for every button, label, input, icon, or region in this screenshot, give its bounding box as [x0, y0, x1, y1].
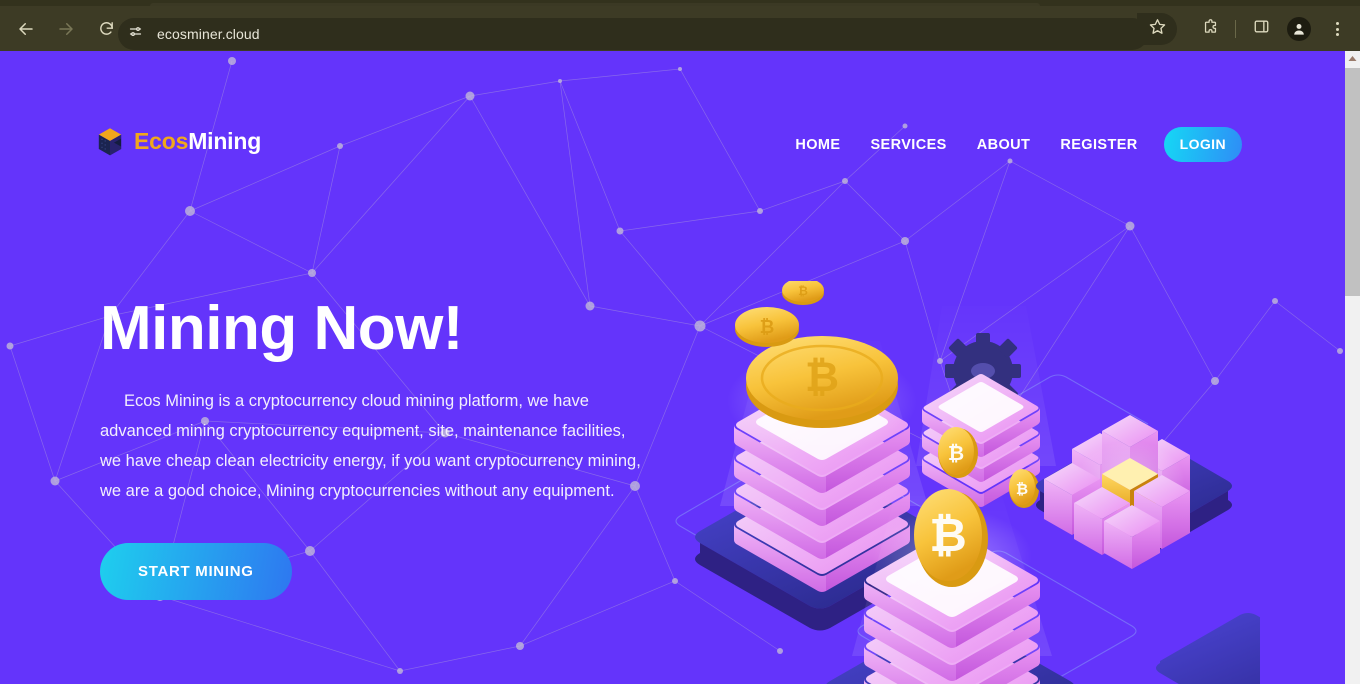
isometric-cube-logo-icon — [98, 128, 122, 156]
toolbar-divider — [1235, 20, 1236, 38]
bitcoin-coin-medium: ₿ — [735, 307, 799, 347]
start-mining-button[interactable]: START MINING — [100, 543, 292, 601]
brand-name-part1: Ecos — [134, 127, 189, 154]
nav-item-about[interactable]: ABOUT — [977, 129, 1031, 161]
platform-far-right — [1156, 613, 1260, 684]
toolbar-actions — [1134, 12, 1356, 46]
extensions-button[interactable] — [1194, 13, 1226, 45]
hero-description: Ecos Mining is a cryptocurrency cloud mi… — [100, 392, 641, 501]
side-panel-button[interactable] — [1245, 13, 1277, 45]
page-scrollbar[interactable] — [1345, 51, 1360, 684]
scrollbar-thumb[interactable] — [1345, 68, 1360, 296]
page-viewport: ₿ ₿ ₿ ₿ ₿ ₿ EcosMining HOME SERVICES ABO… — [0, 51, 1345, 684]
scrollbar-up-button[interactable] — [1345, 51, 1360, 66]
brand-name-part2: Mining — [188, 127, 262, 154]
svg-text:₿: ₿ — [805, 353, 839, 400]
bitcoin-coin-small: ₿ — [782, 281, 824, 305]
reload-icon — [98, 20, 115, 37]
bitcoin-coin-large: ₿ — [746, 336, 898, 428]
profile-avatar-icon — [1287, 17, 1311, 41]
isometric-tower-cluster — [1044, 415, 1190, 569]
svg-text:₿: ₿ — [760, 317, 775, 337]
nav-item-home[interactable]: HOME — [795, 129, 840, 161]
url-text: ecosminer.cloud — [157, 26, 260, 42]
brand-logo-block[interactable]: EcosMining — [96, 125, 261, 157]
brand-name: EcosMining — [134, 128, 261, 155]
site-info-button[interactable] — [122, 21, 148, 47]
nav-item-register[interactable]: REGISTER — [1060, 129, 1137, 161]
site-settings-tune-icon — [128, 24, 143, 44]
profile-button[interactable] — [1283, 13, 1315, 45]
page-title: Mining Now! — [100, 294, 463, 363]
browser-chrome: ecosminer.cloud — [0, 0, 1360, 51]
login-button[interactable]: LOGIN — [1163, 127, 1242, 162]
address-bar[interactable]: ecosminer.cloud — [118, 18, 1148, 50]
chrome-menu-button[interactable] — [1321, 13, 1353, 45]
svg-text:₿: ₿ — [798, 284, 808, 298]
three-dot-menu-icon — [1335, 22, 1339, 36]
back-arrow-icon — [17, 20, 35, 38]
svg-text:₿: ₿ — [948, 443, 964, 465]
forward-arrow-icon — [57, 20, 75, 38]
forward-button[interactable] — [48, 11, 84, 47]
browser-toolbar: ecosminer.cloud — [0, 6, 1360, 51]
bookmark-button[interactable] — [1137, 13, 1177, 45]
hero-section: Mining Now! Ecos Mining is a cryptocurre… — [100, 294, 660, 601]
site-header: EcosMining HOME SERVICES ABOUT REGISTER … — [0, 51, 1345, 162]
svg-text:₿: ₿ — [929, 509, 967, 561]
nav-item-services[interactable]: SERVICES — [870, 129, 946, 161]
chevron-up-icon — [1348, 56, 1357, 61]
svg-text:₿: ₿ — [1016, 481, 1028, 498]
puzzle-piece-icon — [1202, 18, 1219, 40]
side-panel-icon — [1253, 18, 1270, 40]
star-icon — [1149, 18, 1166, 40]
back-button[interactable] — [8, 11, 44, 47]
main-navigation: HOME SERVICES ABOUT REGISTER LOGIN — [765, 127, 1242, 162]
isometric-crypto-mining-illustration: ₿ ₿ ₿ ₿ ₿ ₿ — [675, 281, 1260, 684]
